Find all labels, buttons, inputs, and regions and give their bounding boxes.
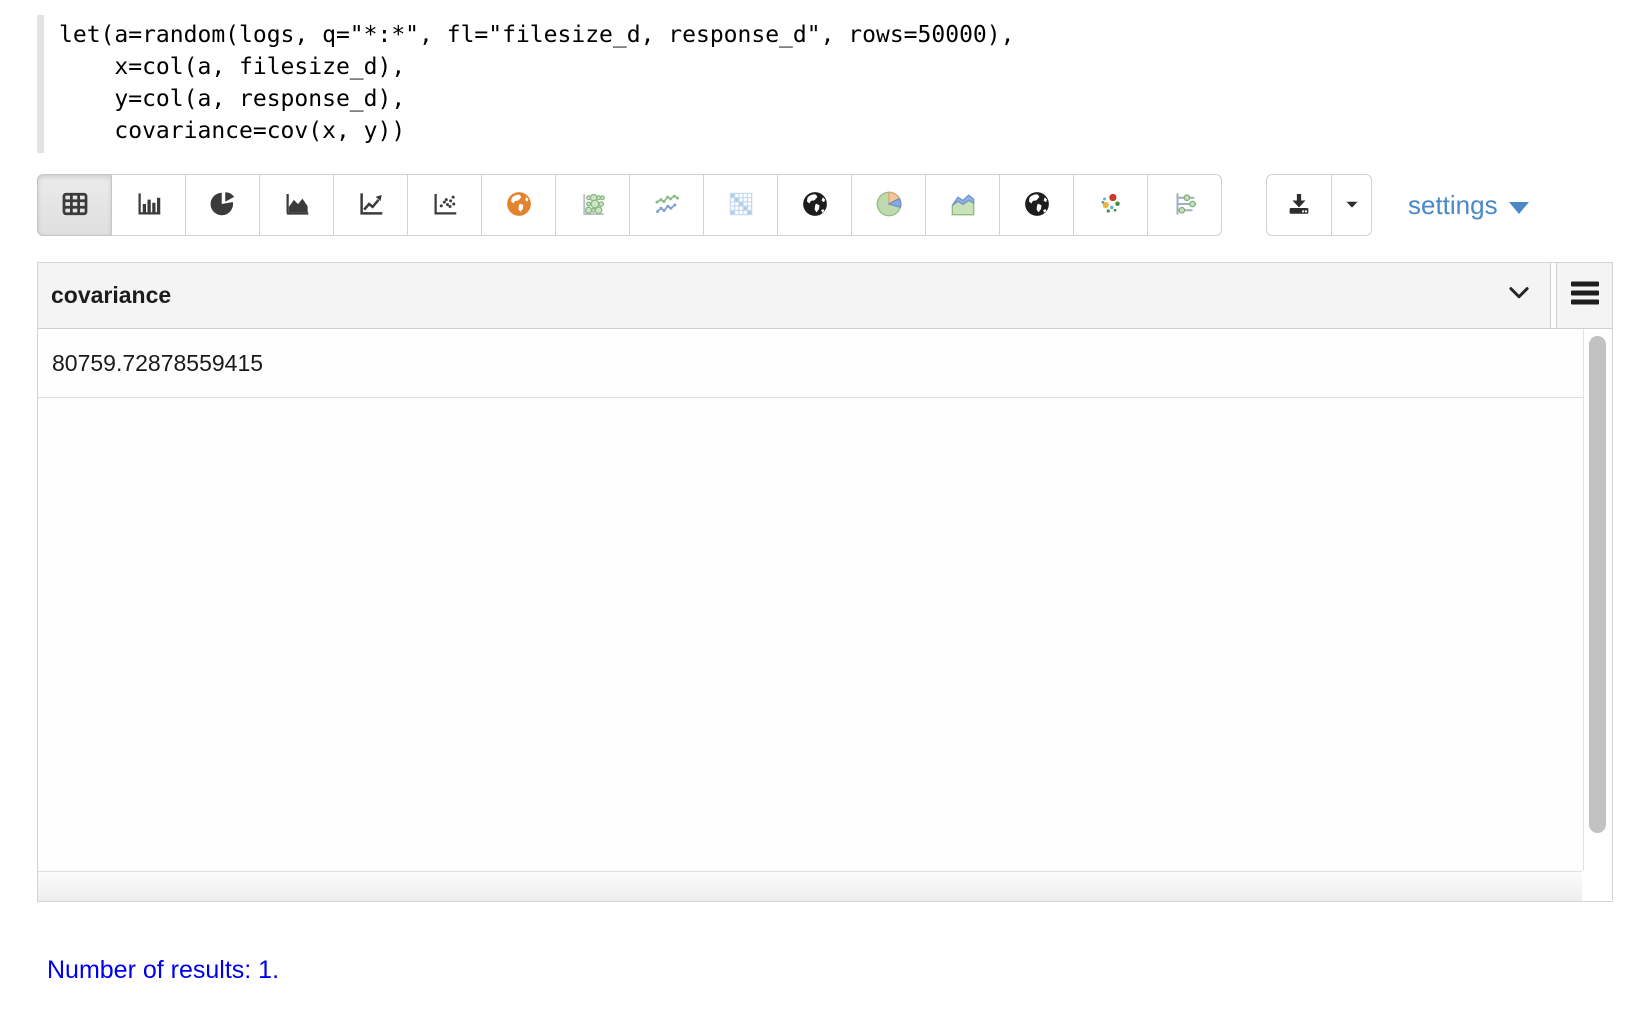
pie-color-icon <box>873 188 905 223</box>
viz-button-heatmap[interactable] <box>703 174 778 236</box>
expression-editor[interactable]: let(a=random(logs, q="*:*", fl="filesize… <box>37 15 1648 153</box>
globe-orange-icon <box>504 189 534 222</box>
multi-line-icon <box>652 189 682 222</box>
viz-button-range-chart[interactable] <box>1147 174 1222 236</box>
heatmap-icon <box>726 189 756 222</box>
table-row: 80759.72878559415 <box>38 329 1583 398</box>
bubble-matrix-icon <box>578 189 608 222</box>
settings-link[interactable]: settings <box>1408 190 1529 221</box>
range-chart-icon <box>1170 189 1200 222</box>
code-line: x=col(a, filesize_d), <box>59 51 1648 83</box>
globe-dark-icon <box>1022 189 1052 222</box>
viz-button-scatter-color[interactable] <box>1073 174 1148 236</box>
vertical-scrollbar[interactable] <box>1583 329 1612 871</box>
viz-button-group <box>37 174 1222 236</box>
viz-button-scatter-plot[interactable] <box>407 174 482 236</box>
download-icon <box>1284 189 1314 222</box>
pie-chart-icon <box>208 189 238 222</box>
viz-button-bubble-chart[interactable] <box>555 174 630 236</box>
table-icon <box>60 189 90 222</box>
page: let(a=random(logs, q="*:*", fl="filesize… <box>0 0 1648 985</box>
download-button-group <box>1266 174 1372 236</box>
table-header-row: covariance <box>38 263 1612 329</box>
line-chart-icon <box>356 189 386 222</box>
viz-button-bar-chart[interactable] <box>111 174 186 236</box>
code-line: covariance=cov(x, y)) <box>59 115 1648 147</box>
viz-button-area-chart[interactable] <box>259 174 334 236</box>
vertical-scrollbar-thumb[interactable] <box>1589 336 1606 833</box>
viz-button-pie-chart-color[interactable] <box>851 174 926 236</box>
area-color-icon <box>947 188 979 223</box>
hamburger-icon <box>1570 280 1600 311</box>
viz-button-table[interactable] <box>37 174 112 236</box>
code-line: y=col(a, response_d), <box>59 83 1648 115</box>
area-chart-icon <box>282 189 312 222</box>
scatter-color-icon <box>1096 189 1126 222</box>
viz-button-area-chart-color[interactable] <box>925 174 1000 236</box>
scatter-plot-icon <box>430 189 460 222</box>
viz-button-geo-map[interactable] <box>481 174 556 236</box>
table-menu-button[interactable] <box>1556 263 1612 329</box>
column-header-covariance[interactable]: covariance <box>38 263 1551 329</box>
chevron-down-icon[interactable] <box>1504 278 1534 313</box>
table-body: 80759.72878559415 <box>38 329 1612 871</box>
table-rows-area: 80759.72878559415 <box>38 329 1583 871</box>
globe-dark-icon <box>800 189 830 222</box>
horizontal-scrollbar[interactable] <box>38 871 1582 901</box>
download-options-button[interactable] <box>1331 174 1372 236</box>
column-header-label: covariance <box>51 282 171 309</box>
code-line: let(a=random(logs, q="*:*", fl="filesize… <box>59 19 1648 51</box>
settings-label: settings <box>1408 190 1498 221</box>
caret-down-icon <box>1341 193 1363 218</box>
table-footer <box>38 871 1612 901</box>
result-table-panel: covariance 80759.72878559415 <box>37 262 1613 902</box>
viz-button-multi-line-chart[interactable] <box>629 174 704 236</box>
viz-button-world-map-2[interactable] <box>999 174 1074 236</box>
visualization-toolbar: settings <box>37 174 1648 236</box>
viz-button-world-map[interactable] <box>777 174 852 236</box>
scrollbar-corner <box>1582 871 1612 901</box>
viz-button-line-chart[interactable] <box>333 174 408 236</box>
bar-chart-icon <box>134 189 164 222</box>
table-cell-covariance: 80759.72878559415 <box>52 350 263 377</box>
download-button[interactable] <box>1266 174 1332 236</box>
viz-button-pie-chart[interactable] <box>185 174 260 236</box>
results-count-text: Number of results: 1. <box>47 956 1648 985</box>
caret-down-icon <box>1509 202 1529 214</box>
